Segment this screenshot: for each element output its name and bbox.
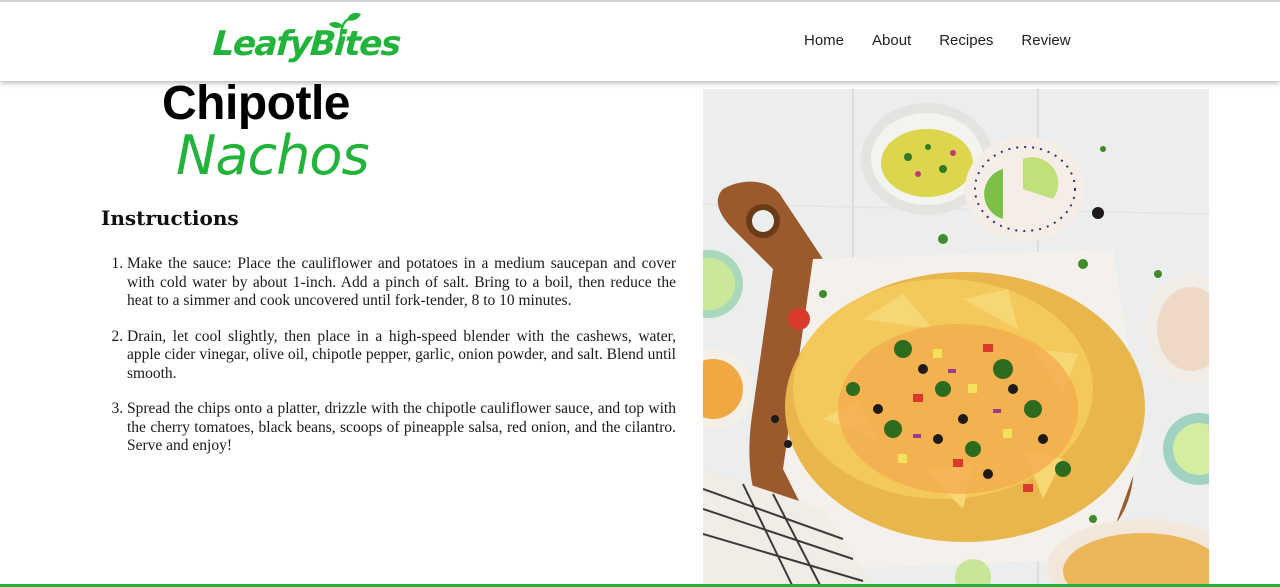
navbar: LeafyBites Home About Recipes Review (0, 2, 1280, 81)
main-nav: Home About Recipes Review (790, 30, 1085, 51)
instructions-heading: Instructions (101, 206, 239, 230)
nav-recipes-link[interactable]: Recipes (925, 30, 1007, 51)
recipe-title-primary: Chipotle (162, 77, 350, 130)
nav-review-link[interactable]: Review (1007, 30, 1084, 51)
instruction-step: Drain, let cool slightly, then place in … (127, 328, 676, 384)
recipe-photo (703, 89, 1209, 587)
instruction-step: Spread the chips onto a platter, drizzle… (127, 400, 676, 456)
brand-logo-link[interactable]: LeafyBites (211, 12, 401, 76)
nav-home-link[interactable]: Home (790, 30, 858, 51)
nav-about-link[interactable]: About (858, 30, 925, 51)
nachos-image (703, 89, 1209, 587)
instructions-list: Make the sauce: Place the cauliflower an… (101, 255, 676, 473)
brand-name: LeafyBites (211, 24, 402, 64)
page: LeafyBites Home About Recipes Review Chi… (0, 0, 1280, 587)
recipe-title-accent: Nachos (176, 124, 370, 187)
instruction-step: Make the sauce: Place the cauliflower an… (127, 255, 676, 311)
